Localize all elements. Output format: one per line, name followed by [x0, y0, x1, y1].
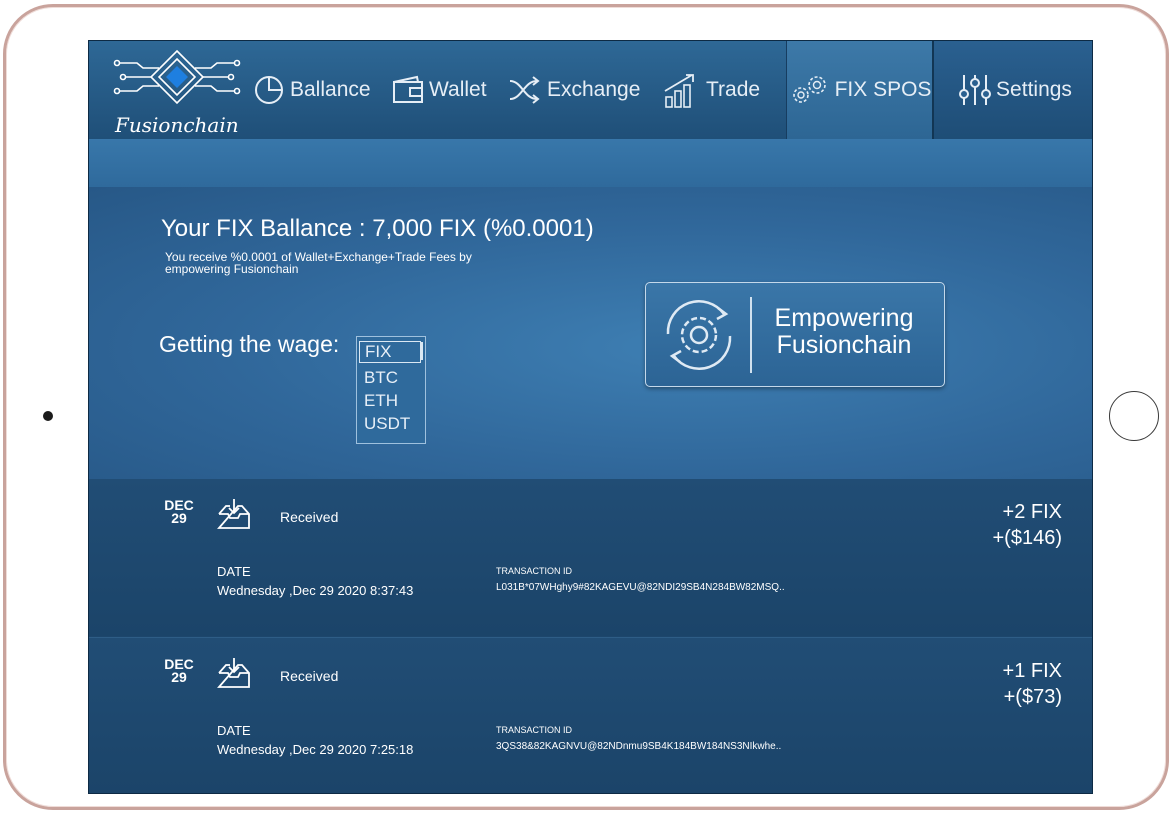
shuffle-icon [507, 75, 543, 105]
tab-label: Trade [706, 78, 761, 101]
tab-settings[interactable]: Settings [932, 41, 1092, 139]
empowering-button[interactable]: Empowering Fusionchain [645, 282, 945, 387]
date-badge: DEC 29 [164, 656, 194, 685]
transaction-id-value: 3QS38&82KAGNVU@82NDnmu9SB4K184BW184NS3NI… [496, 741, 782, 752]
tab-label: FIX SPOS [834, 78, 932, 101]
gears-icon [789, 73, 831, 107]
list-scrollbar[interactable] [420, 342, 423, 360]
date-badge: DEC 29 [164, 497, 194, 526]
transaction-id-label: TRANSACTION ID [496, 725, 573, 735]
wage-option-btc[interactable]: BTC [357, 366, 425, 389]
empowering-line2: Fusionchain [776, 331, 912, 359]
tab-ballance[interactable]: Ballance [252, 41, 371, 139]
wage-option-fix[interactable]: FIX [359, 341, 421, 363]
sliders-icon [958, 72, 992, 108]
wage-label: Getting the wage: [159, 331, 340, 357]
home-button[interactable] [1109, 391, 1159, 441]
wage-currency-list[interactable]: FIX BTC ETH USDT [356, 336, 426, 444]
tab-label: Wallet [429, 78, 487, 101]
wage-option-eth[interactable]: ETH [357, 389, 425, 412]
empowering-label: Empowering Fusionchain [764, 305, 924, 359]
tab-exchange[interactable]: Exchange [507, 41, 640, 139]
tab-fix-spos[interactable]: FIX SPOS [786, 41, 934, 139]
app-screen: Fusionchain Ballance Wallet Exchange Tra [88, 40, 1093, 794]
bar-chart-icon [662, 71, 702, 109]
transaction-amount: +1 FIX +($73) [1002, 660, 1062, 708]
empowering-line1: Empowering [774, 304, 914, 332]
top-navigation: Fusionchain Ballance Wallet Exchange Tra [89, 41, 1092, 140]
date-label: DATE [217, 723, 251, 738]
tab-label: Ballance [290, 78, 371, 101]
fix-balance-panel: Your FIX Ballance : 7,000 FIX (%0.0001) … [89, 187, 1092, 481]
transaction-amount: +2 FIX +($146) [992, 501, 1063, 549]
tab-trade[interactable]: Trade [662, 41, 760, 139]
button-divider [750, 297, 752, 373]
date-label: DATE [217, 564, 251, 579]
transaction-status: Received [280, 509, 339, 525]
inbox-download-icon [217, 497, 251, 531]
tab-label: Exchange [547, 78, 641, 101]
inbox-download-icon [217, 656, 251, 690]
camera-dot [43, 411, 53, 421]
logo-text: Fusionchain [115, 113, 239, 137]
transaction-list: DEC 29 Received +2 FIX +($146) DATE Wednes… [89, 479, 1092, 793]
transaction-status: Received [280, 668, 339, 684]
balance-description: You receive %0.0001 of Wallet+Exchange+T… [165, 250, 472, 276]
tab-label: Settings [996, 78, 1072, 101]
sub-header-bar [89, 139, 1092, 188]
date-value: Wednesday ,Dec 29 2020 8:37:43 [217, 583, 414, 598]
transaction-row[interactable]: DEC 29 Received +2 FIX +($146) DATE Wednes… [89, 479, 1092, 636]
transaction-id-label: TRANSACTION ID [496, 566, 573, 576]
balance-title: Your FIX Ballance : 7,000 FIX (%0.0001) [161, 215, 594, 242]
pie-chart-icon [252, 73, 286, 107]
transaction-row[interactable]: DEC 29 Received +1 FIX +($73) DATE Wednesd… [89, 637, 1092, 793]
wallet-icon [391, 75, 425, 105]
date-value: Wednesday ,Dec 29 2020 7:25:18 [217, 742, 414, 757]
tab-wallet[interactable]: Wallet [391, 41, 487, 139]
transaction-id-value: L031B*07WHghy9#82KAGEVU@82NDI29SB4N284BW… [496, 582, 785, 593]
gear-refresh-icon [654, 294, 744, 376]
fusionchain-logo[interactable]: Fusionchain [107, 43, 247, 137]
wage-option-usdt[interactable]: USDT [357, 412, 425, 435]
logo-mark-icon [113, 49, 241, 105]
